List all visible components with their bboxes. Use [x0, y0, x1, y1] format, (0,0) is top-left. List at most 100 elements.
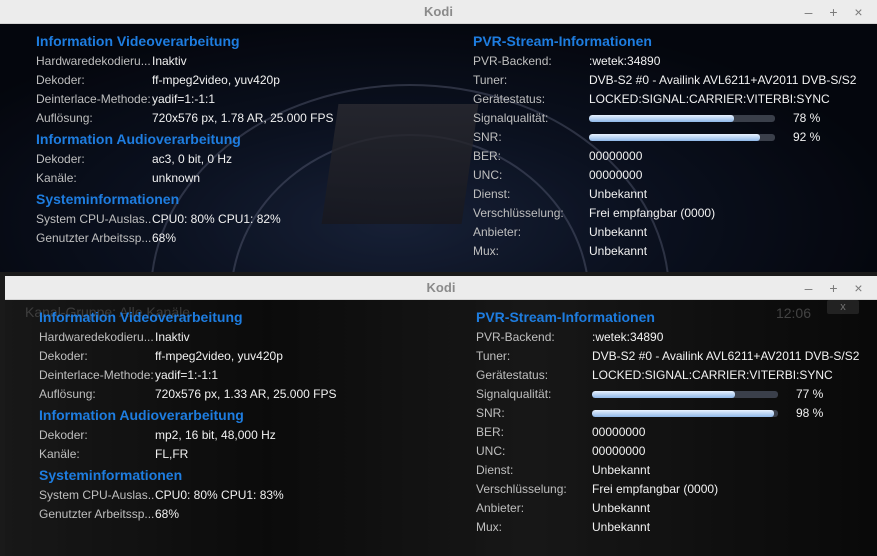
info-row: Dekoder: ff-mpeg2video, yuv420p [36, 71, 280, 90]
info-label: Dienst: [473, 187, 511, 201]
info-label: Kanäle: [39, 447, 80, 461]
info-label: Deinterlace-Methode: [36, 92, 151, 106]
info-label: Tuner: [473, 73, 508, 87]
info-label: BER: [473, 149, 502, 163]
info-label: Genutzter Arbeitssp... [39, 507, 154, 521]
signal-quality-value: 78 % [793, 111, 821, 125]
info-value: 00000000 [592, 444, 646, 458]
info-value: yadif=1:-1:1 [152, 92, 216, 106]
info-value: CPU0: 80% CPU1: 82% [152, 212, 281, 226]
info-label: UNC: [476, 444, 506, 458]
window-title: Kodi [426, 280, 456, 295]
title-bar[interactable]: Kodi – + × [0, 0, 877, 24]
info-row: UNC: 00000000 [473, 166, 652, 185]
info-value: Unbekannt [592, 501, 651, 515]
info-value: FL,FR [155, 447, 189, 461]
info-value: LOCKED:SIGNAL:CARRIER:VITERBI:SYNC [589, 92, 830, 106]
info-value: yadif=1:-1:1 [155, 368, 219, 382]
info-row: Anbieter: Unbekannt [476, 499, 655, 518]
info-label: UNC: [473, 168, 503, 182]
info-value: mp2, 16 bit, 48,000 Hz [155, 428, 276, 442]
info-row: Anbieter: Unbekannt [473, 223, 652, 242]
info-row: Gerätestatus: LOCKED:SIGNAL:CARRIER:VITER… [473, 90, 830, 109]
signal-row: Signalqualität: 77 % [476, 385, 823, 404]
info-row: Kanäle: unknown [36, 169, 241, 188]
maximize-icon[interactable]: + [825, 4, 842, 21]
info-label: Hardwaredekodieru... [39, 330, 154, 344]
info-row: Deinterlace-Methode: yadif=1:-1:1 [36, 90, 241, 109]
info-row: Genutzter Arbeitssp... 68% [36, 229, 241, 248]
close-icon[interactable]: × [850, 4, 867, 21]
info-label: BER: [476, 425, 505, 439]
signal-quality-value: 77 % [796, 387, 824, 401]
signal-quality-bar [592, 391, 778, 398]
minimize-icon[interactable]: – [800, 4, 817, 21]
info-value: DVB-S2 #0 - Availink AVL6211+AV2011 DVB-… [589, 73, 857, 87]
info-label: Auflösung: [36, 111, 93, 125]
info-row: Dekoder: ff-mpeg2video, yuv420p [39, 347, 283, 366]
info-value: Unbekannt [589, 244, 648, 258]
info-value: ff-mpeg2video, yuv420p [152, 73, 280, 87]
info-row: Deinterlace-Methode: yadif=1:-1:1 [39, 366, 244, 385]
snr-fill [592, 410, 775, 417]
info-row: Auflösung: 720x576 px, 1.33 AR, 25.000 FP… [39, 385, 336, 404]
info-label: Dienst: [476, 463, 514, 477]
info-row: Gerätestatus: LOCKED:SIGNAL:CARRIER:VITER… [476, 366, 833, 385]
info-label: Hardwaredekodieru... [36, 54, 151, 68]
info-label: Kanäle: [36, 171, 77, 185]
minimize-icon[interactable]: – [800, 280, 817, 297]
info-label: Verschlüsselung: [473, 206, 564, 220]
info-row: System CPU-Auslas... CPU0: 80% CPU1: 83% [39, 486, 284, 505]
info-value: Inaktiv [152, 54, 187, 68]
info-label: Signalqualität: [476, 387, 552, 401]
info-row: Verschlüsselung: Frei empfangbar (0000) [476, 480, 718, 499]
maximize-icon[interactable]: + [825, 280, 842, 297]
info-value: :wetek:34890 [589, 54, 661, 68]
info-label: Signalqualität: [473, 111, 549, 125]
info-label: Anbieter: [473, 225, 522, 239]
snr-bar [589, 134, 775, 141]
info-row: Verschlüsselung: Frei empfangbar (0000) [473, 204, 715, 223]
snr-bar [592, 410, 778, 417]
title-bar[interactable]: Kodi – + × [5, 276, 877, 300]
system-section-title: Systeminformationen [36, 191, 180, 207]
info-value: Unbekannt [592, 520, 651, 534]
info-row: Dienst: Unbekannt [476, 461, 655, 480]
info-row: UNC: 00000000 [476, 442, 655, 461]
info-value: Unbekannt [589, 225, 648, 239]
info-value: ff-mpeg2video, yuv420p [155, 349, 283, 363]
info-label: System CPU-Auslas... [36, 212, 151, 226]
signal-quality-bar [589, 115, 775, 122]
info-value: 00000000 [592, 425, 646, 439]
info-row: Kanäle: FL,FR [39, 445, 244, 464]
signal-quality-fill [592, 391, 736, 398]
signal-row: Signalqualität: 78 % [473, 109, 820, 128]
info-row: BER: 00000000 [476, 423, 655, 442]
info-row: Dekoder: ac3, 0 bit, 0 Hz [36, 150, 241, 169]
info-value: Frei empfangbar (0000) [589, 206, 716, 220]
info-value: DVB-S2 #0 - Availink AVL6211+AV2011 DVB-… [592, 349, 860, 363]
info-label: Deinterlace-Methode: [39, 368, 154, 382]
video-section-title: Information Videoverarbeitung [39, 309, 243, 325]
info-row: Mux: Unbekannt [473, 242, 652, 261]
system-section-title: Systeminformationen [39, 467, 183, 483]
info-label: SNR: [473, 130, 502, 144]
info-row: PVR-Backend::wetek:34890 [473, 52, 660, 71]
info-value: ac3, 0 bit, 0 Hz [152, 152, 233, 166]
snr-value: 98 % [796, 406, 824, 420]
info-label: Tuner: [476, 349, 511, 363]
codec-info-overlay: Information Videoverarbeitung Hardwarede… [0, 24, 877, 272]
codec-info-overlay: Information Videoverarbeitung Hardwarede… [5, 300, 877, 556]
snr-row: SNR: 98 % [476, 404, 823, 423]
info-label: Genutzter Arbeitssp... [36, 231, 151, 245]
info-label: Dekoder: [39, 428, 88, 442]
info-row: Auflösung: 720x576 px, 1.78 AR, 25.000 FP… [36, 109, 333, 128]
info-label: Dekoder: [36, 73, 85, 87]
info-value: Inaktiv [155, 330, 190, 344]
close-icon[interactable]: × [850, 280, 867, 297]
info-value: 00000000 [589, 168, 643, 182]
info-value: 68% [152, 231, 177, 245]
info-label: System CPU-Auslas... [39, 488, 154, 502]
info-value: 00000000 [589, 149, 643, 163]
info-value: LOCKED:SIGNAL:CARRIER:VITERBI:SYNC [592, 368, 833, 382]
